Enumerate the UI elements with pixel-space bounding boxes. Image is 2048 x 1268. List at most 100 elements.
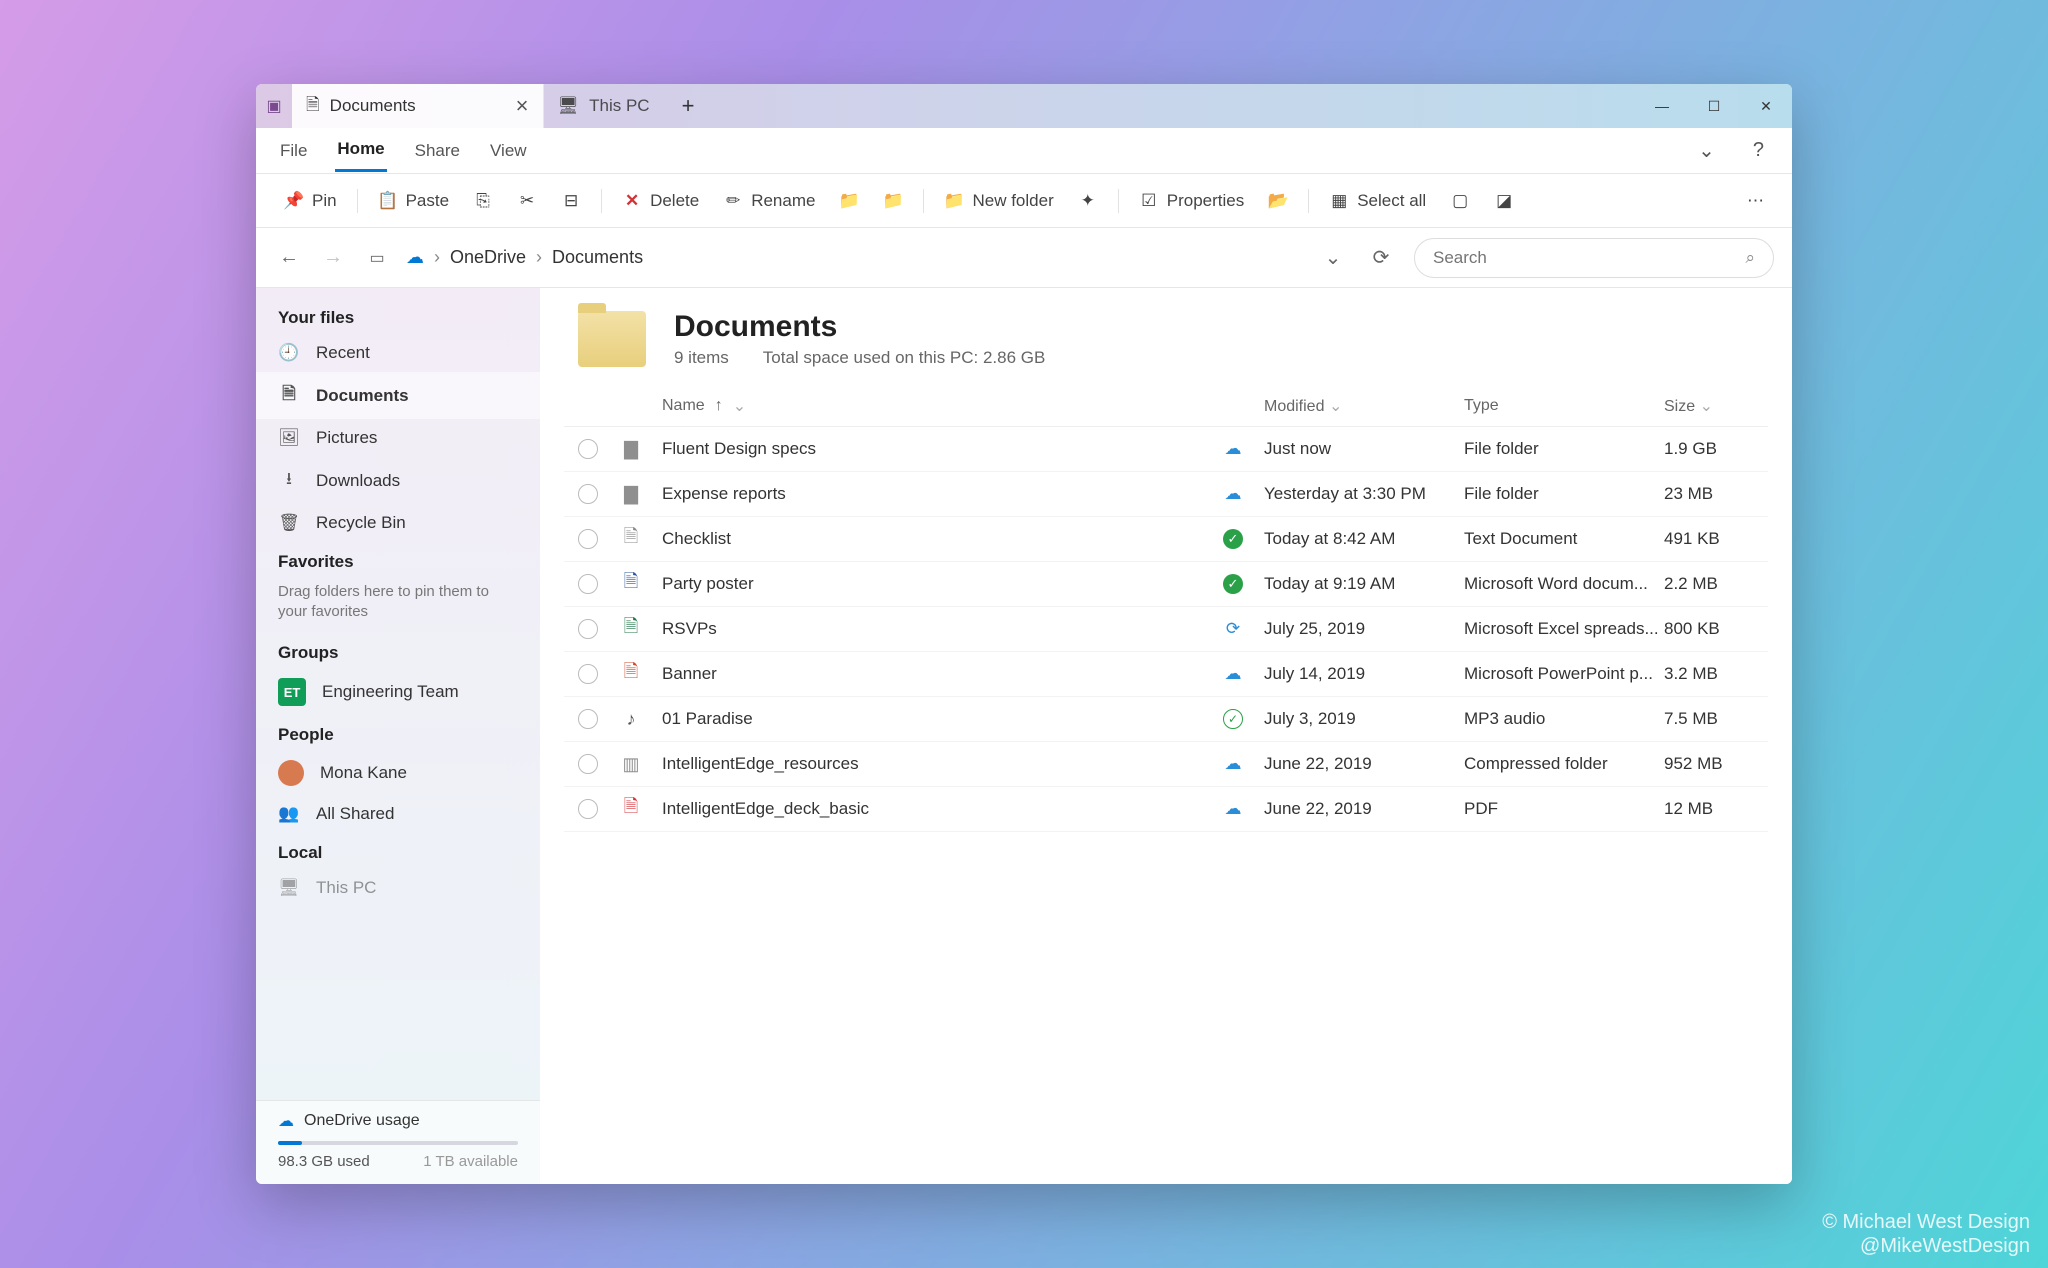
breadcrumb[interactable]: ☁ › OneDrive › Documents xyxy=(406,238,1300,278)
search-input[interactable] xyxy=(1433,248,1745,268)
maximize-button[interactable]: ☐ xyxy=(1688,84,1740,128)
invert-selection-button[interactable]: ◪ xyxy=(1484,187,1524,215)
up-button[interactable]: ▭ xyxy=(362,248,392,268)
copy-to-button[interactable]: 📁 xyxy=(873,187,913,215)
table-row[interactable]: 🗎IntelligentEdge_deck_basic☁June 22, 201… xyxy=(564,787,1768,832)
copy-path-button[interactable]: ⊟ xyxy=(551,187,591,215)
usage-used: 98.3 GB used xyxy=(278,1153,370,1170)
page-title: Documents xyxy=(674,310,1045,344)
pc-icon: 🖥 xyxy=(558,96,580,116)
help-button[interactable]: ? xyxy=(1747,139,1770,162)
col-size[interactable]: Size ⌄ xyxy=(1664,396,1754,416)
row-checkbox[interactable] xyxy=(578,439,598,459)
table-row[interactable]: 🗎Party poster✓Today at 9:19 AMMicrosoft … xyxy=(564,562,1768,607)
download-icon: ⭳ xyxy=(278,466,300,495)
file-name: RSVPs xyxy=(662,619,1222,639)
sidebar-item-engineering-team[interactable]: ETEngineering Team xyxy=(256,669,540,715)
usage-bar xyxy=(278,1141,518,1145)
row-checkbox[interactable] xyxy=(578,799,598,819)
open-icon: 📂 xyxy=(1268,191,1288,211)
sidebar-item-mona-kane[interactable]: Mona Kane xyxy=(256,751,540,795)
col-type[interactable]: Type xyxy=(1464,397,1664,415)
table-row[interactable]: 🗎Banner☁July 14, 2019Microsoft PowerPoin… xyxy=(564,652,1768,697)
row-checkbox[interactable] xyxy=(578,664,598,684)
file-size: 491 KB xyxy=(1664,529,1754,549)
crumb-documents[interactable]: Documents xyxy=(552,247,643,268)
copyto-icon: 📁 xyxy=(883,191,903,211)
rename-button[interactable]: ✏Rename xyxy=(713,187,825,215)
sidebar-item-pictures[interactable]: 🖼Pictures xyxy=(256,419,540,457)
tab-this-pc[interactable]: 🖥 This PC xyxy=(544,84,664,128)
new-item-icon: ✦ xyxy=(1078,191,1098,211)
tab-documents[interactable]: 🗎 Documents × xyxy=(292,84,544,128)
file-type: File folder xyxy=(1464,484,1664,504)
file-modified: July 25, 2019 xyxy=(1264,619,1464,639)
table-header: Name↑⌄ Modified ⌄ Type Size ⌄ xyxy=(564,386,1768,427)
row-checkbox[interactable] xyxy=(578,754,598,774)
more-button[interactable]: ⋯ xyxy=(1737,187,1774,215)
file-type: MP3 audio xyxy=(1464,709,1664,729)
close-window-button[interactable]: ✕ xyxy=(1740,84,1792,128)
sidebar-item-recycle-bin[interactable]: 🗑Recycle Bin xyxy=(256,504,540,542)
forward-button[interactable]: → xyxy=(318,246,348,269)
search-box[interactable]: ⌕ xyxy=(1414,238,1774,278)
cloud-icon: ☁ xyxy=(1225,484,1242,504)
new-tab-button[interactable]: + xyxy=(664,84,713,128)
table-row[interactable]: ▇Fluent Design specs☁Just nowFile folder… xyxy=(564,427,1768,472)
row-checkbox[interactable] xyxy=(578,619,598,639)
select-all-button[interactable]: ▦Select all xyxy=(1319,187,1436,215)
row-checkbox[interactable] xyxy=(578,709,598,729)
file-modified: July 14, 2019 xyxy=(1264,664,1464,684)
chevron-down-icon: ⌄ xyxy=(1700,398,1713,415)
file-modified: Yesterday at 3:30 PM xyxy=(1264,484,1464,504)
col-modified[interactable]: Modified ⌄ xyxy=(1264,396,1464,416)
new-folder-button[interactable]: 📁New folder xyxy=(934,187,1063,215)
back-button[interactable]: ← xyxy=(274,246,304,269)
pin-button[interactable]: 📌Pin xyxy=(274,187,347,215)
main-area: Documents 9 items Total space used on th… xyxy=(540,288,1792,1184)
ribbon-tab-home[interactable]: Home xyxy=(335,129,386,172)
ribbon-tabs: File Home Share View ⌄ ? xyxy=(256,128,1792,174)
sidebar-item-all-shared[interactable]: 👥All Shared xyxy=(256,795,540,833)
file-type: File folder xyxy=(1464,439,1664,459)
file-name: Fluent Design specs xyxy=(662,439,1222,459)
move-to-button[interactable]: 📁 xyxy=(829,187,869,215)
ribbon-tab-file[interactable]: File xyxy=(278,131,309,171)
table-row[interactable]: 🗎Checklist✓Today at 8:42 AMText Document… xyxy=(564,517,1768,562)
refresh-button[interactable]: ⟳ xyxy=(1366,245,1396,270)
row-checkbox[interactable] xyxy=(578,574,598,594)
table-row[interactable]: 🗎RSVPs⟳July 25, 2019Microsoft Excel spre… xyxy=(564,607,1768,652)
copy-button[interactable]: ⎘ xyxy=(463,187,503,215)
delete-button[interactable]: ✕Delete xyxy=(612,187,709,215)
properties-button[interactable]: ☑Properties xyxy=(1129,187,1254,215)
select-none-button[interactable]: ▢ xyxy=(1440,187,1480,215)
sidebar-item-this-pc[interactable]: 🖥This PC xyxy=(256,869,540,907)
file-size: 7.5 MB xyxy=(1664,709,1754,729)
breadcrumb-dropdown[interactable]: ⌄ xyxy=(1318,245,1348,270)
sidebar-item-downloads[interactable]: ⭳Downloads xyxy=(256,457,540,504)
row-checkbox[interactable] xyxy=(578,484,598,504)
open-button[interactable]: 📂 xyxy=(1258,187,1298,215)
group-chip: ET xyxy=(278,678,306,706)
ribbon-tab-share[interactable]: Share xyxy=(413,131,462,171)
ribbon-tab-view[interactable]: View xyxy=(488,131,529,171)
new-item-button[interactable]: ✦ xyxy=(1068,187,1108,215)
toolbar: 📌Pin 📋Paste ⎘ ✂ ⊟ ✕Delete ✏Rename 📁 📁 📁N… xyxy=(256,174,1792,228)
chevron-down-icon: ⌄ xyxy=(1329,398,1342,415)
crumb-onedrive[interactable]: OneDrive xyxy=(450,247,526,268)
table-row[interactable]: ▥IntelligentEdge_resources☁June 22, 2019… xyxy=(564,742,1768,787)
sidebar-item-recent[interactable]: 🕘Recent xyxy=(256,334,540,372)
ribbon-collapse-button[interactable]: ⌄ xyxy=(1692,138,1721,163)
sidebar-item-documents[interactable]: 🗎Documents xyxy=(256,372,540,419)
minimize-button[interactable]: — xyxy=(1636,84,1688,128)
close-tab-button[interactable]: × xyxy=(516,93,529,119)
col-name[interactable]: Name↑⌄ xyxy=(662,396,1222,416)
folder-large-icon xyxy=(578,311,646,367)
onedrive-icon: ☁ xyxy=(278,1111,294,1131)
app-menu-button[interactable]: ▣ xyxy=(256,84,292,128)
table-row[interactable]: ▇Expense reports☁Yesterday at 3:30 PMFil… xyxy=(564,472,1768,517)
cut-button[interactable]: ✂ xyxy=(507,187,547,215)
paste-button[interactable]: 📋Paste xyxy=(368,187,459,215)
row-checkbox[interactable] xyxy=(578,529,598,549)
table-row[interactable]: ♪01 Paradise✓July 3, 2019MP3 audio7.5 MB xyxy=(564,697,1768,742)
